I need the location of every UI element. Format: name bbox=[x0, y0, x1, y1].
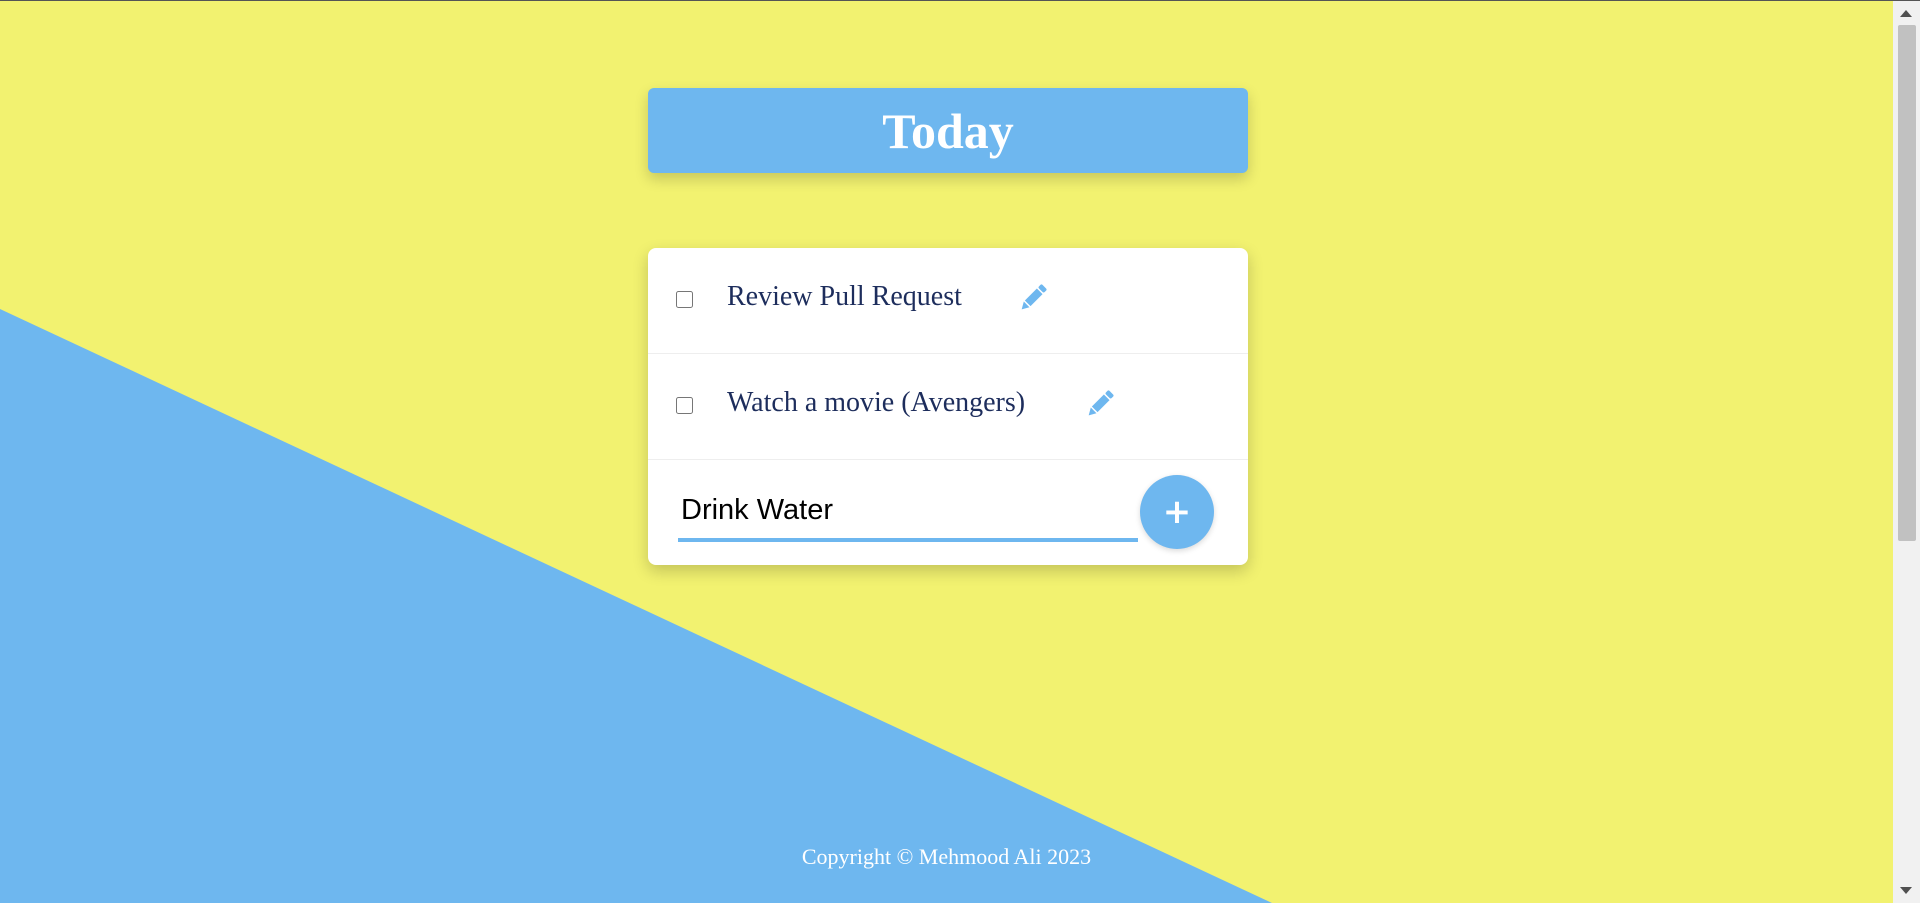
pencil-icon[interactable] bbox=[1016, 281, 1050, 315]
vertical-scrollbar[interactable] bbox=[1893, 1, 1920, 903]
todo-text: Watch a movie (Avengers) bbox=[727, 387, 1026, 418]
todo-checkbox[interactable] bbox=[676, 291, 693, 308]
todo-item: Review Pull Request bbox=[648, 248, 1248, 354]
todo-item: Watch a movie (Avengers) bbox=[648, 354, 1248, 460]
plus-icon: + bbox=[1162, 492, 1192, 532]
todo-checkbox[interactable] bbox=[676, 397, 693, 414]
scroll-up-arrow-icon[interactable] bbox=[1900, 10, 1912, 17]
scrollbar-thumb[interactable] bbox=[1898, 25, 1916, 541]
scroll-down-arrow-icon[interactable] bbox=[1900, 887, 1912, 894]
page-title: Today bbox=[882, 102, 1014, 159]
add-button[interactable]: + bbox=[1140, 475, 1214, 549]
todo-text: Review Pull Request bbox=[727, 281, 962, 312]
page-header: Today bbox=[648, 88, 1248, 173]
new-todo-form: + bbox=[648, 460, 1248, 565]
pencil-icon[interactable] bbox=[1083, 387, 1117, 421]
new-todo-input[interactable] bbox=[678, 482, 1138, 542]
footer-copyright: Copyright © Mehmood Ali 2023 bbox=[801, 844, 1092, 869]
todo-card: Review Pull Request Watch a movie (Aveng… bbox=[648, 248, 1248, 565]
